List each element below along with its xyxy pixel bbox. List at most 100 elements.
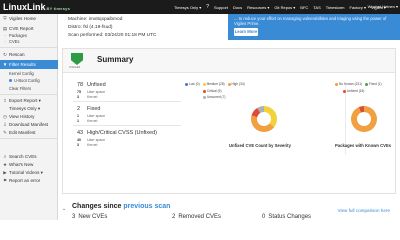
nav-factory[interactable]: Factory ▾ xyxy=(350,5,366,10)
sidebar-item-label: CVEs xyxy=(9,39,20,44)
stat-sub-user: 40 User space xyxy=(77,138,106,142)
legend-swatch xyxy=(227,82,231,86)
stat-sub-kernel: 3 Kernel xyxy=(77,95,98,99)
vigiles-logo-text: VIGILES xyxy=(69,66,81,69)
edit-icon: ✎ xyxy=(3,130,7,135)
summary-title: Summary xyxy=(97,55,134,64)
flag-icon: ⚑ xyxy=(2,178,8,183)
stat-label: Fixed xyxy=(87,106,101,112)
packages-donut-chart[interactable] xyxy=(351,106,377,132)
video-icon: ▶ xyxy=(3,170,7,175)
promo-text: ... to reduce your effort on managing vu… xyxy=(234,16,387,26)
nav-support[interactable]: Support xyxy=(214,5,228,10)
legend-item: Unfixed (15) xyxy=(343,89,364,93)
clock-icon: ◷ xyxy=(2,114,7,119)
sidebar-item-vigiles-home[interactable]: ⛨ Vigiles Home xyxy=(0,16,58,21)
legend-swatch xyxy=(203,95,206,99)
sidebar-item-label: Kernel Config xyxy=(9,71,34,76)
sidebar-item-tutorial-videos[interactable]: ▶ Tutorial Videos ▾ xyxy=(0,170,58,176)
sidebar-item-whats-new[interactable]: ★ What's New xyxy=(0,162,58,168)
sidebar-item-packages[interactable]: · Packages xyxy=(0,33,58,38)
learn-more-button[interactable]: Learn More xyxy=(234,28,258,36)
top-bar: LinuxLinkBY timesys Timesys Only ▾ ? Sup… xyxy=(0,0,400,14)
stat-sub-kernel: 1 Kernel xyxy=(77,119,98,123)
distro-label: Distro: fsl (4.19-fsud) xyxy=(68,25,113,30)
sidebar-item-label: View History xyxy=(9,114,35,119)
sidebar: ⛨ Vigiles Home ▤ CVE Report · Packages · CVE… xyxy=(0,14,58,220)
sidebar-item-view-history[interactable]: ◷ View History xyxy=(0,114,58,120)
sidebar-item-label: Download Manifest xyxy=(9,122,49,127)
summary-header: VIGILES Summary xyxy=(63,49,395,73)
sidebar-item-label: Timesys Only ▾ xyxy=(9,106,41,111)
sidebar-item-timesys-only[interactable]: Timesys Only ▾ xyxy=(0,106,58,112)
legend-item: Medium (28) xyxy=(202,82,225,86)
sidebar-item-export-report[interactable]: ⇪ Export Report ▾ xyxy=(0,98,58,104)
chevron-down-icon[interactable]: ⌄ xyxy=(62,206,66,212)
sidebar-item-cve-report[interactable]: ▤ CVE Report xyxy=(0,26,58,32)
stat-label: High/Critical CVSS (Unfixed) xyxy=(87,130,157,136)
sidebar-item-uboot-config[interactable]: U-Boot Config xyxy=(0,78,58,83)
divider xyxy=(0,138,58,139)
nav-docs[interactable]: Docs xyxy=(233,5,242,10)
radio-icon[interactable] xyxy=(9,79,12,83)
changes-title-a: Changes since xyxy=(72,203,122,210)
divider xyxy=(73,125,181,126)
nav-git-repos[interactable]: Git Repos ▾ xyxy=(274,5,295,10)
nav-tas[interactable]: TAS xyxy=(313,5,320,10)
shield-icon: ⛨ xyxy=(3,16,7,21)
nav-bfc[interactable]: BFC xyxy=(300,5,308,10)
star-icon: ★ xyxy=(2,162,8,167)
changes-title-b: previous scan xyxy=(123,203,171,210)
nav-timesys-only[interactable]: Timesys Only ▾ xyxy=(174,5,201,10)
new-cves-stat[interactable]: 3 New CVEs xyxy=(72,214,107,220)
file-icon: · xyxy=(4,33,6,38)
refresh-icon: ↻ xyxy=(3,52,7,57)
severity-chart-title: Unfixed CVE Count by Severity xyxy=(229,143,291,148)
question-icon[interactable]: ? xyxy=(206,4,209,10)
nav-timestorm[interactable]: Timestorm xyxy=(326,5,345,10)
stat-sub-kernel: 3 Kernel xyxy=(77,143,98,147)
sidebar-item-search-cves[interactable]: ⌕ Search CVEs xyxy=(0,154,58,159)
removed-cves-stat[interactable]: 2 Removed CVEs xyxy=(172,214,221,220)
sidebar-item-clear-filters[interactable]: Clear Filters xyxy=(0,86,58,91)
legend-item: No Known (231) xyxy=(335,82,362,86)
logo-main: LinuxLink xyxy=(3,2,46,12)
stat-sub-user: 1 User space xyxy=(77,114,106,118)
divider xyxy=(0,47,58,48)
divider xyxy=(73,101,181,102)
legend-item: Critical (9) xyxy=(203,89,222,93)
sidebar-item-kernel-config[interactable]: Kernel Config xyxy=(0,71,58,76)
sidebar-item-label: Edit Manifest xyxy=(9,130,36,135)
sidebar-item-rescan[interactable]: ↻ Rescan xyxy=(0,52,58,58)
export-icon: ⇪ xyxy=(3,98,7,103)
packages-legend-row2: Unfixed (15) xyxy=(343,89,367,93)
legend-item: High (34) xyxy=(227,82,245,86)
legend-swatch xyxy=(335,82,338,86)
legend-item: Fixed (1) xyxy=(365,82,382,86)
legend-swatch xyxy=(202,82,206,86)
sidebar-item-download-manifest[interactable]: ⇩ Download Manifest xyxy=(0,122,58,128)
sidebar-item-report-error[interactable]: ⚑ Report an error xyxy=(0,178,58,184)
sidebar-item-filter-results[interactable]: ▼ Filter Results xyxy=(0,60,58,69)
top-nav: Timesys Only ▾ ? Support Docs Resources … xyxy=(174,0,391,14)
stat-label: Unfixed xyxy=(87,82,106,88)
summary-card: VIGILES Summary 78 Unfixed 75 User space … xyxy=(62,48,396,194)
sidebar-item-label: U-Boot Config xyxy=(14,78,40,83)
packages-legend: No Known (231) Fixed (1) xyxy=(335,82,385,86)
view-full-comparison-link[interactable]: View full comparison here xyxy=(337,208,390,213)
stat-number: 78 xyxy=(77,82,84,88)
stat-sub-user: 75 User space xyxy=(77,90,106,94)
user-menu[interactable]: Wochet Helnen ▾ xyxy=(368,0,398,14)
packages-chart-title: Packages with Known CVEs xyxy=(335,143,392,148)
sidebar-item-label: Clear Filters xyxy=(9,86,32,91)
sidebar-item-cves[interactable]: · CVEs xyxy=(0,39,58,44)
status-changes-stat[interactable]: 0 Status Changes xyxy=(262,214,311,220)
nav-resources[interactable]: Resources ▾ xyxy=(247,5,269,10)
vigiles-logo-icon xyxy=(71,53,83,65)
file-icon: · xyxy=(4,39,6,44)
severity-donut-chart[interactable] xyxy=(251,106,277,132)
sidebar-item-label: What's New xyxy=(9,162,34,167)
changes-title[interactable]: Changes since previous scan xyxy=(72,203,170,210)
scan-time-label: Scan performed: 03/24/20 01:18 PM UTC xyxy=(68,33,157,38)
sidebar-item-edit-manifest[interactable]: ✎ Edit Manifest xyxy=(0,130,58,136)
